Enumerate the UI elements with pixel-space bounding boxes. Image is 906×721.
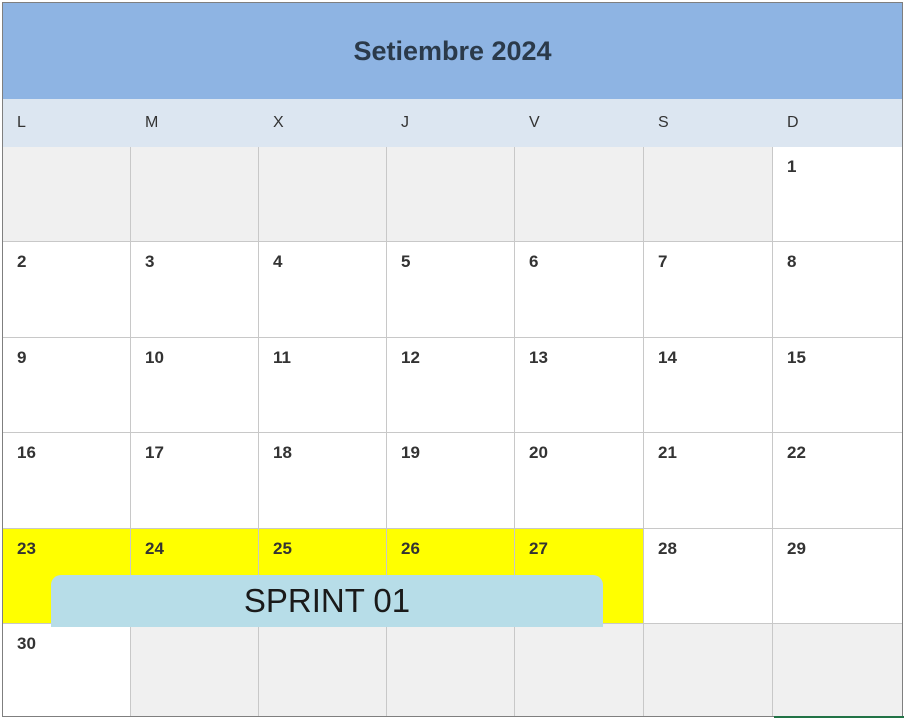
- day-number: 28: [658, 539, 677, 558]
- day-cell[interactable]: 1: [773, 147, 902, 242]
- month-header: Setiembre 2024: [3, 3, 902, 99]
- day-cell[interactable]: 16: [3, 433, 131, 529]
- day-cell[interactable]: 13: [515, 338, 644, 433]
- day-cell[interactable]: 19: [387, 433, 515, 529]
- day-number: 9: [17, 348, 27, 367]
- day-number: 22: [787, 443, 806, 462]
- day-cell[interactable]: 8: [773, 242, 902, 338]
- day-number: 8: [787, 252, 797, 271]
- weekday-label: S: [658, 114, 669, 131]
- sprint-bar[interactable]: SPRINT 01: [51, 575, 603, 627]
- weekday-label: J: [401, 114, 409, 131]
- day-number: 15: [787, 348, 806, 367]
- day-cell-empty[interactable]: [131, 147, 259, 242]
- day-number: 13: [529, 348, 548, 367]
- day-number: 20: [529, 443, 548, 462]
- day-number: 10: [145, 348, 164, 367]
- day-cell[interactable]: 3: [131, 242, 259, 338]
- day-number: 21: [658, 443, 677, 462]
- day-cell[interactable]: 2: [3, 242, 131, 338]
- day-cell-empty[interactable]: [259, 624, 387, 716]
- day-number: 18: [273, 443, 292, 462]
- day-number: 27: [529, 539, 548, 558]
- day-number: 14: [658, 348, 677, 367]
- day-number: 26: [401, 539, 420, 558]
- day-cell[interactable]: 28: [644, 529, 773, 624]
- day-number: 6: [529, 252, 539, 271]
- weekday-label: D: [787, 114, 799, 131]
- weekday-label: L: [17, 114, 26, 131]
- day-cell[interactable]: 20: [515, 433, 644, 529]
- day-number: 24: [145, 539, 164, 558]
- day-cell[interactable]: 29: [773, 529, 902, 624]
- day-cell[interactable]: 21: [644, 433, 773, 529]
- day-number: 29: [787, 539, 806, 558]
- day-cell[interactable]: 6: [515, 242, 644, 338]
- day-cell[interactable]: 22: [773, 433, 902, 529]
- day-number: 16: [17, 443, 36, 462]
- day-number: 11: [273, 348, 291, 367]
- day-cell[interactable]: 30: [3, 624, 131, 716]
- day-number: 2: [17, 252, 27, 271]
- weekday-label: V: [529, 114, 540, 131]
- day-number: 25: [273, 539, 292, 558]
- day-cell-empty[interactable]: [773, 624, 902, 716]
- day-cell-empty[interactable]: [515, 147, 644, 242]
- day-number: 30: [17, 634, 36, 653]
- day-cell-empty[interactable]: [131, 624, 259, 716]
- day-cell[interactable]: 7: [644, 242, 773, 338]
- calendar-grid: Setiembre 2024 L M X J V S D 1 2 3 4 5 6 7 8 9 10…: [2, 2, 903, 717]
- sprint-label: SPRINT 01: [243, 582, 411, 619]
- day-cell[interactable]: 17: [131, 433, 259, 529]
- day-cell[interactable]: 11: [259, 338, 387, 433]
- day-cell[interactable]: 15: [773, 338, 902, 433]
- day-number: 7: [658, 252, 668, 271]
- day-number: 12: [401, 348, 420, 367]
- day-number: 3: [145, 252, 155, 271]
- day-cell[interactable]: 18: [259, 433, 387, 529]
- day-cell-empty[interactable]: [515, 624, 644, 716]
- day-cell-empty[interactable]: [387, 624, 515, 716]
- day-cell-empty[interactable]: [3, 147, 131, 242]
- month-title: Setiembre 2024: [353, 35, 552, 66]
- day-number: 4: [273, 252, 283, 271]
- day-cell[interactable]: 14: [644, 338, 773, 433]
- day-number: 5: [401, 252, 411, 271]
- day-cell[interactable]: 12: [387, 338, 515, 433]
- cell-selection-edge: [774, 716, 904, 721]
- day-number: 19: [401, 443, 420, 462]
- weekday-label: M: [145, 114, 159, 131]
- day-cell[interactable]: 9: [3, 338, 131, 433]
- day-number: 1: [787, 157, 797, 176]
- weekday-row: L M X J V S D: [3, 99, 902, 147]
- day-cell-empty[interactable]: [644, 624, 773, 716]
- day-cell[interactable]: 4: [259, 242, 387, 338]
- weekday-label: X: [273, 114, 284, 131]
- day-cell-empty[interactable]: [387, 147, 515, 242]
- day-number: 17: [145, 443, 164, 462]
- day-cell[interactable]: 5: [387, 242, 515, 338]
- day-cell-empty[interactable]: [644, 147, 773, 242]
- day-number: 23: [17, 539, 36, 558]
- day-cell-empty[interactable]: [259, 147, 387, 242]
- day-cell[interactable]: 10: [131, 338, 259, 433]
